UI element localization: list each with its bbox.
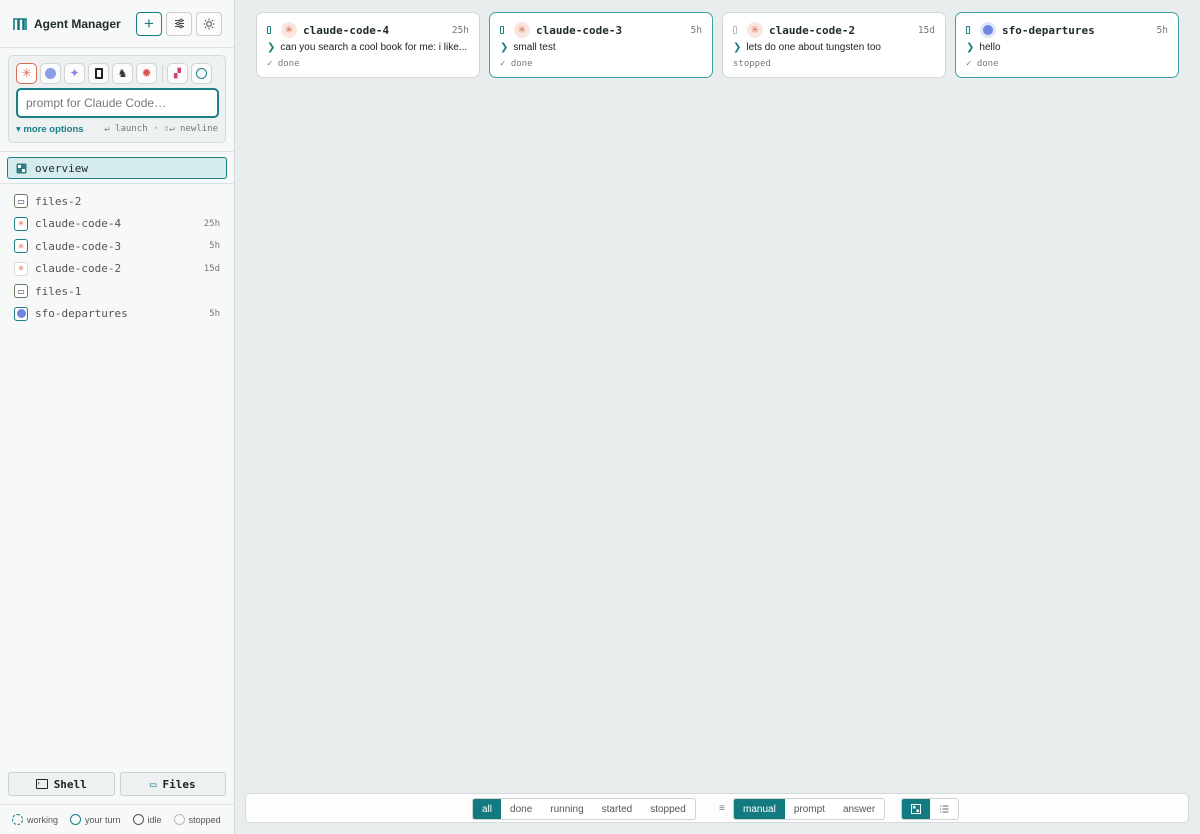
globe-icon: [14, 306, 28, 321]
sliders-icon: [174, 18, 184, 29]
sidebar: Agent Manager + ✳ ✦ ♞ ✹ ▞ ▾ more options…: [0, 0, 235, 834]
sparkle-icon: ✦: [69, 66, 80, 80]
sidebar-item-overview[interactable]: overview: [7, 157, 227, 179]
agent-card-claude-code-2[interactable]: ✳ claude-code-2 15d ❯ lets do one about t…: [722, 12, 946, 78]
sidebar-item-files-1[interactable]: ▭ files-1: [8, 280, 226, 303]
plus-icon: +: [144, 14, 154, 33]
filter-started[interactable]: started: [593, 799, 642, 819]
view-mode: [901, 798, 959, 820]
claude-icon: ✳: [747, 22, 763, 38]
agent-claude-code-button[interactable]: ✳: [16, 62, 37, 84]
stopped-icon: [173, 814, 185, 825]
more-options-link[interactable]: ▾ more options: [16, 124, 84, 135]
openai-icon: [196, 67, 207, 79]
card-status: ✓ done: [966, 59, 999, 69]
filter-all[interactable]: all: [473, 799, 502, 819]
sort-manual[interactable]: manual: [734, 799, 785, 819]
claude-icon: ✳: [281, 22, 297, 38]
sort-prompt[interactable]: prompt: [785, 799, 834, 819]
penguin-icon: ♞: [117, 67, 128, 80]
folder-icon: ▭: [14, 194, 28, 209]
status-indicator: [267, 26, 271, 34]
grid-view-icon: [911, 804, 921, 814]
chevron-right-icon: ❯: [500, 42, 509, 53]
sun-icon: [203, 18, 215, 29]
filter-stopped[interactable]: stopped: [641, 799, 695, 819]
apps-icon: ▞: [174, 67, 181, 78]
agent-sparkle-button[interactable]: ✦: [64, 62, 85, 84]
agent-cards: ✳ claude-code-4 25h ❯ can you search a co…: [256, 12, 1179, 78]
sidebar-item-claude-code-4[interactable]: ✳ claude-code-4 25h: [8, 213, 226, 236]
red-gear-icon: ✹: [141, 66, 152, 80]
card-status: stopped: [733, 59, 771, 69]
agent-apps-button[interactable]: ▞: [167, 62, 188, 84]
keyboard-hint: ↵ launch · ⇧↵ newline: [104, 124, 218, 134]
list-view-button[interactable]: [930, 799, 958, 819]
agent-penguin-button[interactable]: ♞: [112, 62, 133, 84]
status-indicator: [966, 26, 970, 34]
overview-label: overview: [35, 161, 88, 175]
settings-button[interactable]: [166, 11, 192, 36]
status-indicator: [500, 26, 504, 34]
prompt-input[interactable]: [16, 88, 219, 118]
terminal-icon: ›: [35, 779, 48, 789]
agent-launcher: ✳ ✦ ♞ ✹ ▞ ▾ more options ↵ launch · ⇧↵ n…: [8, 55, 226, 143]
theme-toggle-button[interactable]: [196, 11, 222, 36]
filter-done[interactable]: done: [501, 799, 541, 819]
claude-icon: ✳: [14, 261, 28, 276]
sort-mode: manual prompt answer: [733, 798, 886, 820]
sidebar-item-claude-code-3[interactable]: ✳ claude-code-3 5h: [8, 235, 226, 258]
grid-view-button[interactable]: [902, 799, 930, 819]
agent-card-sfo-departures[interactable]: sfo-departures 5h ❯ hello ✓ done: [955, 12, 1179, 78]
filter-bar: all done running started stopped ≡ manua…: [245, 793, 1189, 823]
agent-card-claude-code-3[interactable]: ✳ claude-code-3 5h ❯ small test ✓ done: [489, 12, 713, 78]
legend-working: working: [12, 814, 58, 825]
agent-list: ▭ files-2 ✳ claude-code-4 25h ✳ claude-c…: [8, 190, 226, 325]
legend-idle: idle: [132, 814, 162, 825]
new-agent-button[interactable]: +: [136, 11, 162, 36]
filter-running[interactable]: running: [541, 799, 592, 819]
sidebar-header: Agent Manager +: [0, 0, 234, 48]
status-legend: working your turn idle stopped: [0, 804, 234, 834]
claude-icon: ✳: [14, 216, 28, 231]
files-button[interactable]: ▭ Files: [119, 772, 226, 796]
agent-picker: ✳ ✦ ♞ ✹ ▞: [16, 62, 218, 84]
agent-openai-button[interactable]: [191, 62, 212, 84]
sidebar-item-claude-code-2[interactable]: ✳ claude-code-2 15d: [8, 258, 226, 281]
card-status: ✓ done: [267, 59, 300, 69]
grid-icon: [16, 163, 27, 173]
app-title: Agent Manager: [34, 16, 121, 31]
agent-card-claude-code-4[interactable]: ✳ claude-code-4 25h ❯ can you search a co…: [256, 12, 480, 78]
idle-icon: [132, 814, 144, 825]
legend-stopped: stopped: [173, 814, 221, 825]
claude-icon: ✳: [14, 239, 28, 254]
chevron-right-icon: ❯: [267, 42, 276, 53]
folder-icon: ▭: [14, 284, 28, 299]
app-logo-icon: [13, 17, 27, 30]
list-view-icon: [940, 805, 949, 813]
globe-icon: [980, 22, 996, 38]
working-icon: [12, 814, 23, 825]
chevron-right-icon: ❯: [966, 42, 975, 53]
agent-terminal-button[interactable]: [88, 62, 109, 84]
your-turn-icon: [70, 814, 82, 825]
card-status: ✓ done: [500, 59, 533, 69]
chevron-right-icon: ❯: [733, 42, 742, 53]
folder-icon: ▭: [149, 777, 157, 791]
shell-button[interactable]: › Shell: [8, 772, 115, 796]
agent-red-gear-button[interactable]: ✹: [136, 62, 157, 84]
legend-your-turn: your turn: [70, 814, 121, 825]
sidebar-item-files-2[interactable]: ▭ files-2: [8, 190, 226, 213]
globe-icon: [45, 67, 56, 79]
sidebar-item-sfo-departures[interactable]: sfo-departures 5h: [8, 303, 226, 326]
agent-globe-button[interactable]: [40, 62, 61, 84]
sort-icon: ≡: [719, 803, 725, 814]
sort-answer[interactable]: answer: [834, 799, 884, 819]
divider: [162, 65, 163, 81]
status-indicator: [733, 26, 737, 34]
terminal-icon: [94, 67, 103, 79]
claude-icon: ✳: [514, 22, 530, 38]
status-filter: all done running started stopped: [472, 798, 696, 820]
claude-icon: ✳: [21, 66, 32, 80]
